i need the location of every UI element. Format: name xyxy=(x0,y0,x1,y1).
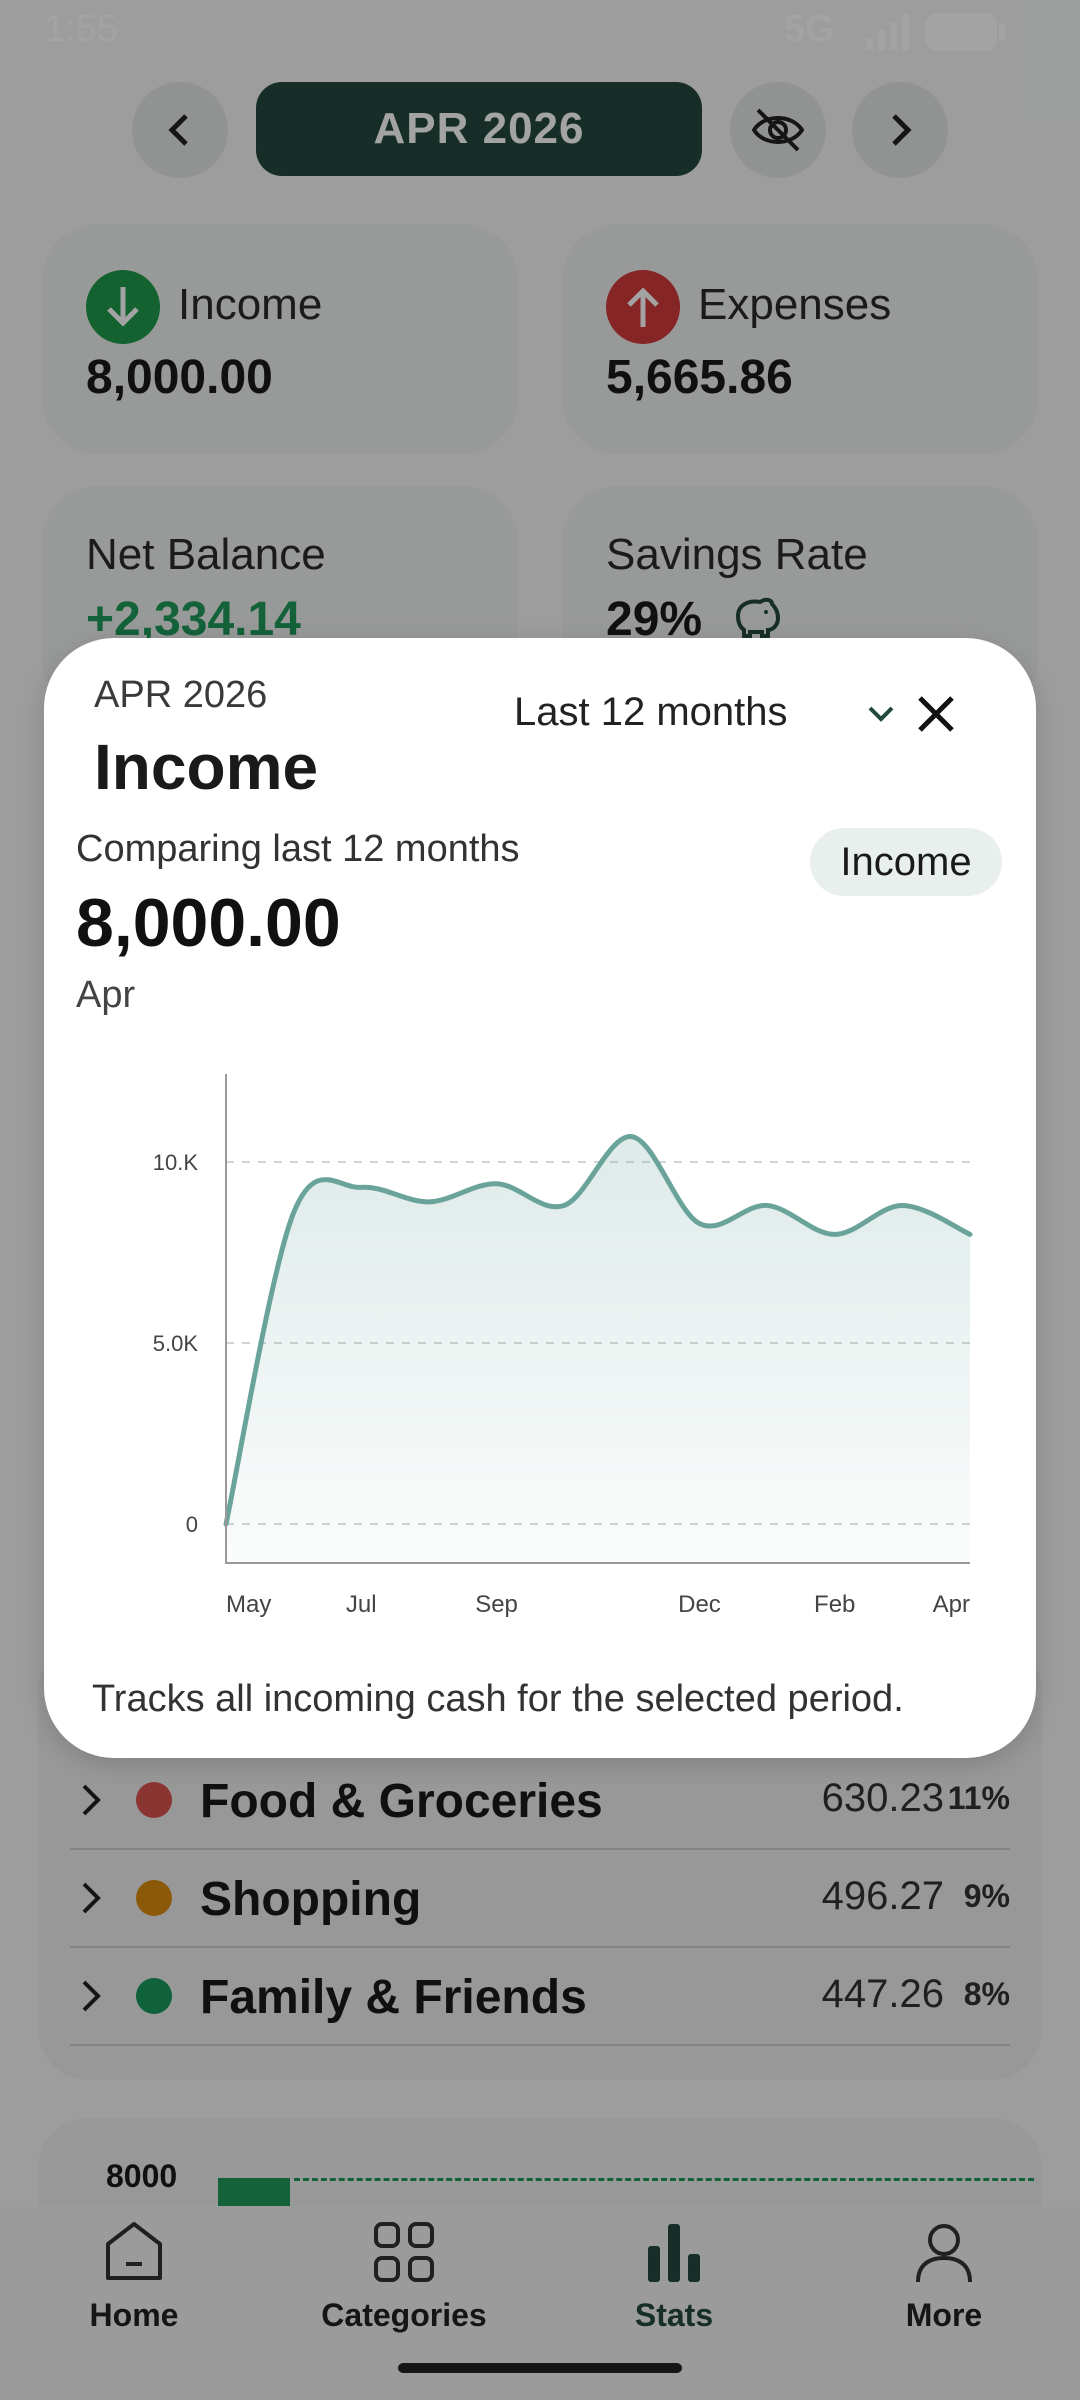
y-tick-label: 0 xyxy=(186,1512,198,1537)
chart-point-nov[interactable] xyxy=(626,1131,638,1143)
x-tick-label: Apr xyxy=(933,1591,970,1618)
income-line-chart[interactable]: 0 5.0K 10.K May Jul Sep Dec Feb Apr xyxy=(44,1058,1036,1618)
chart-point-jul[interactable] xyxy=(355,1181,367,1193)
modal-footer-text: Tracks all incoming cash for the selecte… xyxy=(92,1678,904,1720)
chart-point-jun[interactable] xyxy=(288,1207,300,1219)
chart-point-feb[interactable] xyxy=(829,1228,841,1240)
y-tick-label: 10.K xyxy=(153,1150,199,1175)
chart-point-apr[interactable] xyxy=(964,1228,976,1240)
x-tick-label: Feb xyxy=(814,1591,855,1618)
selected-month-label: Apr xyxy=(76,974,136,1016)
range-dropdown[interactable]: Last 12 months xyxy=(514,678,914,750)
x-tick-label: Sep xyxy=(475,1591,518,1618)
x-tick-label: Dec xyxy=(678,1591,721,1618)
chart-point-jan[interactable] xyxy=(761,1199,773,1211)
chart-point-sep[interactable] xyxy=(491,1178,503,1190)
selected-value: 8,000.00 xyxy=(76,885,341,961)
range-dropdown-label: Last 12 months xyxy=(514,690,788,734)
modal-month: APR 2026 xyxy=(94,674,268,716)
chart-point-dec[interactable] xyxy=(693,1218,705,1230)
y-tick-label: 5.0K xyxy=(153,1331,199,1356)
close-icon[interactable] xyxy=(916,694,956,734)
x-tick-label: Jul xyxy=(346,1591,377,1618)
chart-point-oct[interactable] xyxy=(558,1199,570,1211)
chart-point-mar[interactable] xyxy=(896,1199,908,1211)
income-filter-chip[interactable]: Income xyxy=(810,828,1002,896)
chart-point-aug[interactable] xyxy=(423,1196,435,1208)
modal-title: Income xyxy=(94,731,319,803)
x-tick-label: May xyxy=(226,1591,271,1618)
compare-label: Comparing last 12 months xyxy=(76,828,520,870)
chart-area-fill xyxy=(226,1136,970,1563)
income-detail-modal: APR 2026 Income Last 12 months Comparing… xyxy=(44,638,1036,1758)
chart-point-may[interactable] xyxy=(220,1518,232,1530)
chevron-down-icon xyxy=(868,706,894,722)
